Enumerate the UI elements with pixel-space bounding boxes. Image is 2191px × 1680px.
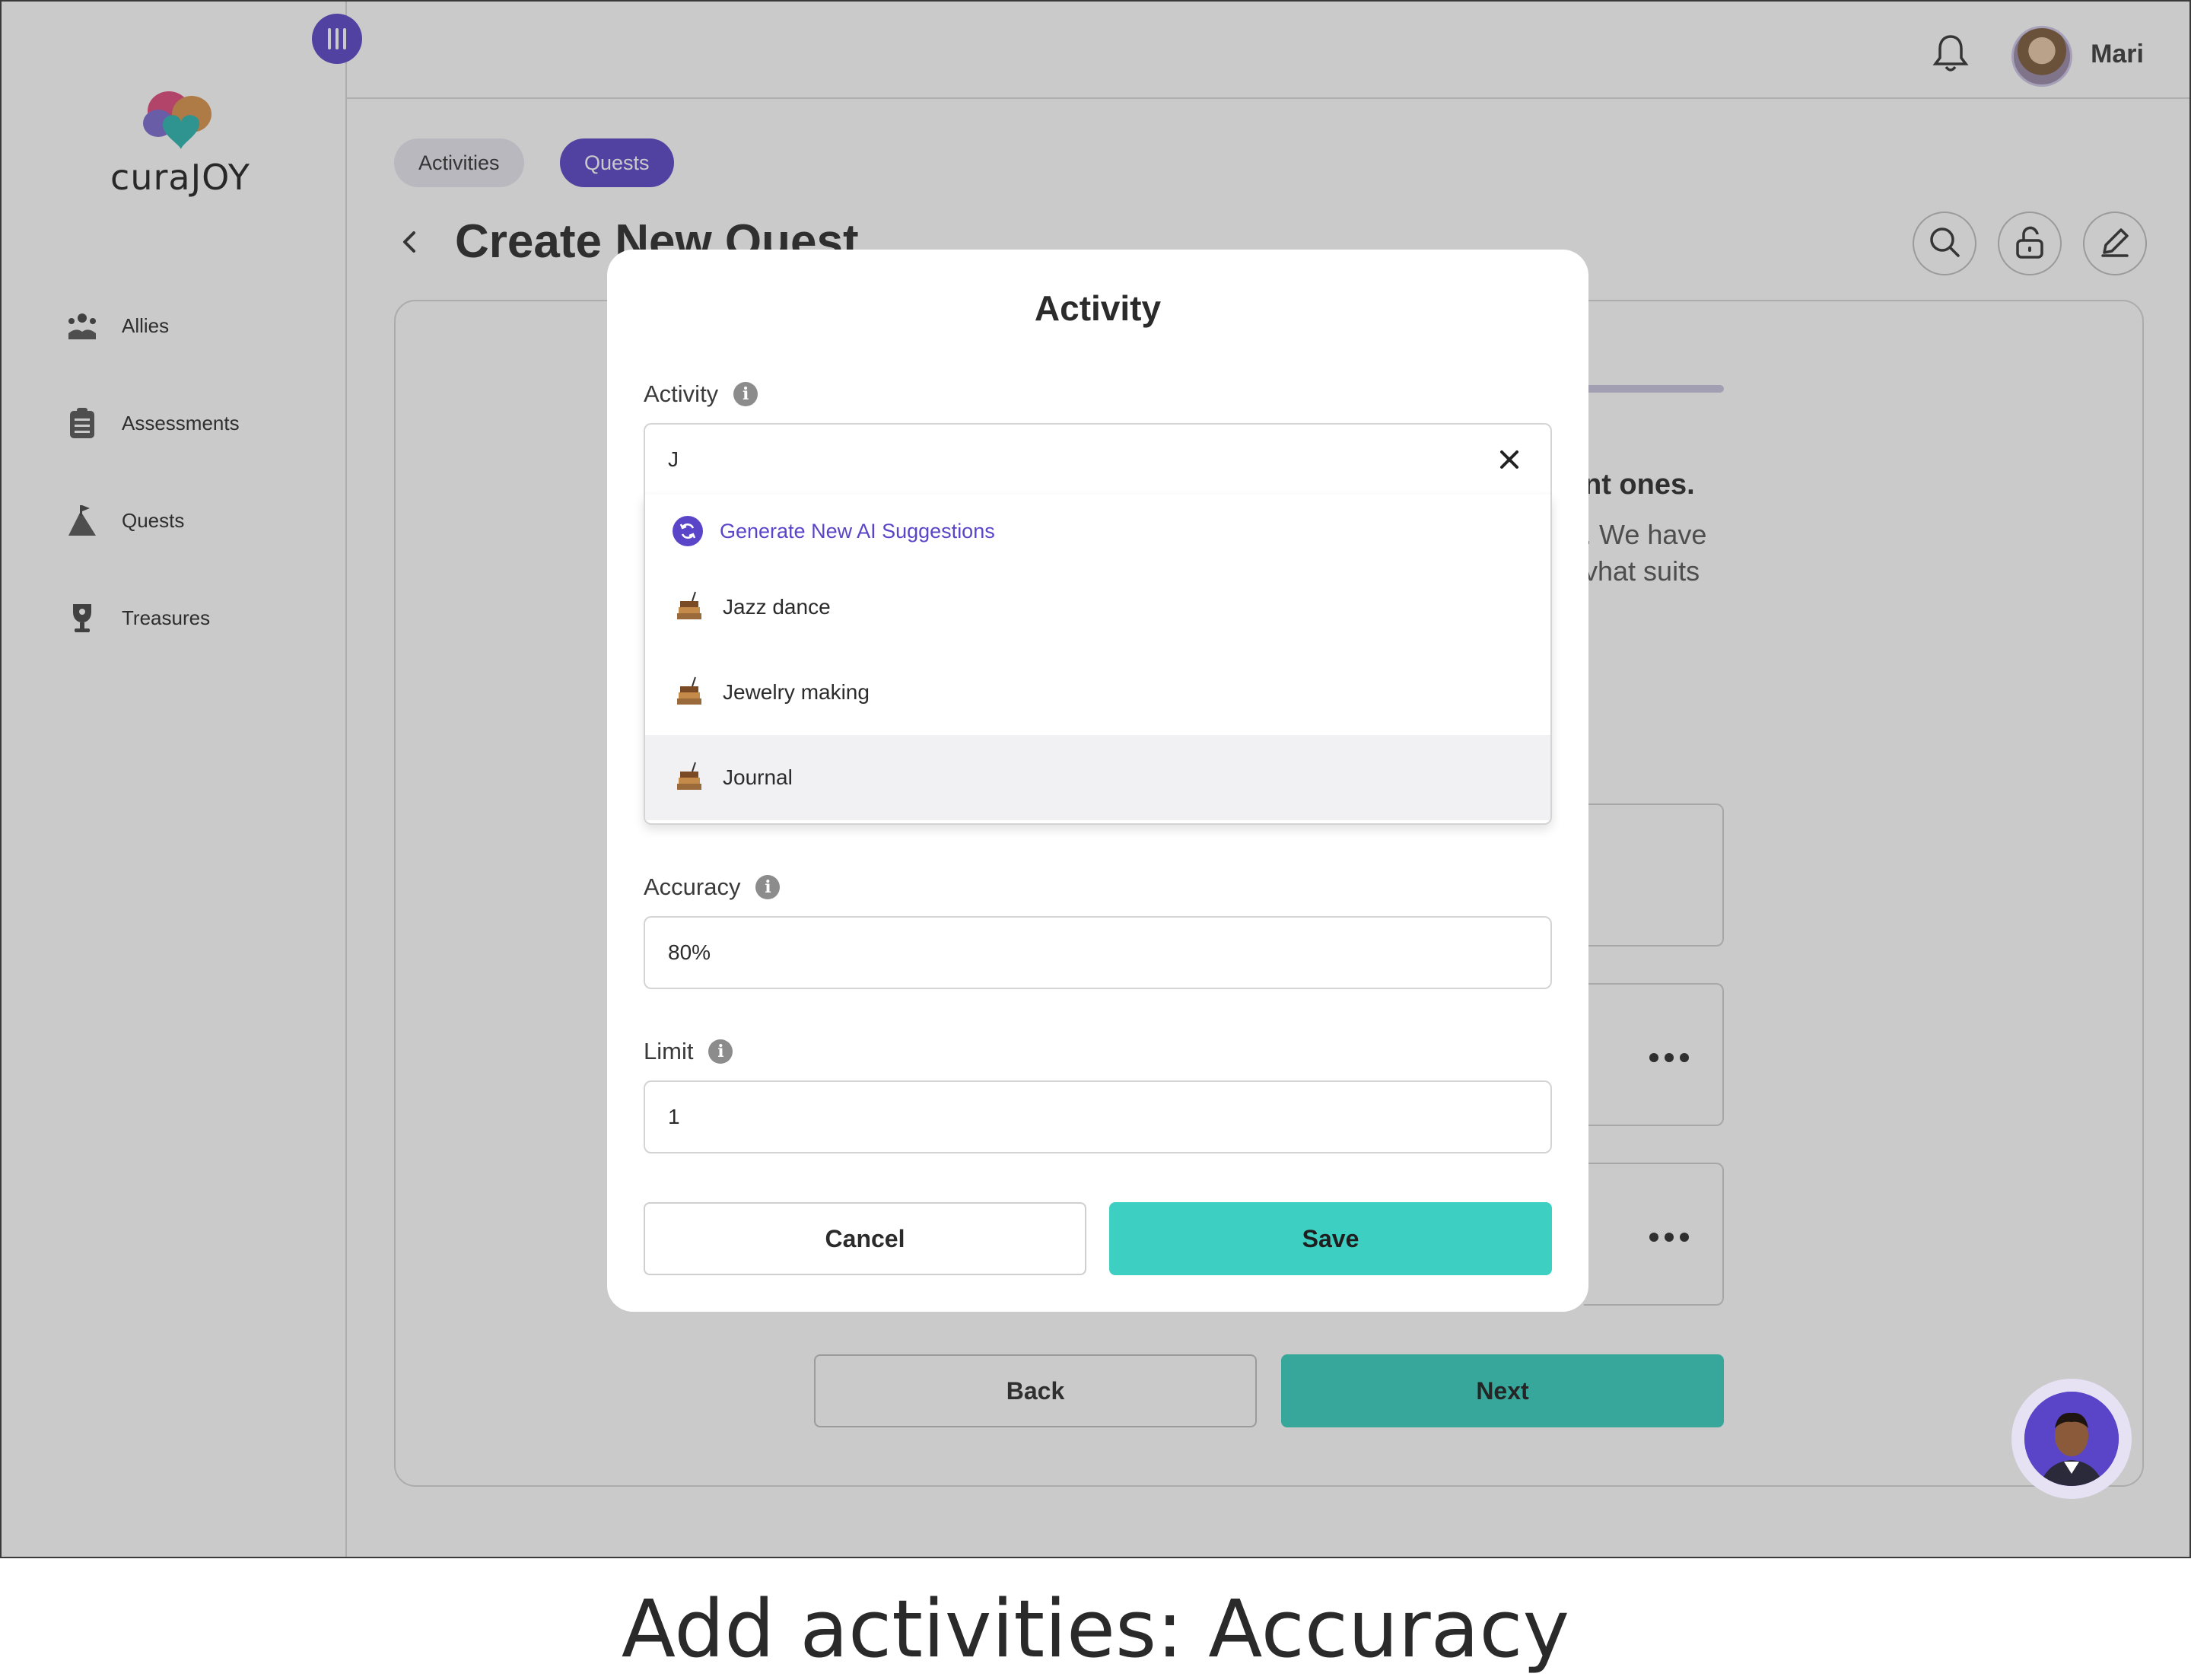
limit-input[interactable]: 1: [644, 1080, 1552, 1153]
stage: curaJOY Allies Assessments Quests Treasu…: [0, 0, 2191, 1680]
app-window: curaJOY Allies Assessments Quests Treasu…: [0, 0, 2191, 1558]
activity-search-input[interactable]: J: [644, 423, 1552, 496]
books-icon: [673, 676, 706, 709]
modal-title: Activity: [1034, 288, 1162, 328]
info-icon[interactable]: i: [733, 382, 758, 406]
refresh-icon: [673, 516, 703, 546]
info-icon[interactable]: i: [755, 875, 781, 899]
save-button[interactable]: Save: [1109, 1202, 1552, 1275]
activity-modal: Activity Activity i J Generate New AI Su…: [607, 250, 1588, 1312]
books-icon: [673, 590, 706, 624]
caption: Add activities: Accuracy: [621, 1583, 1570, 1675]
accuracy-field-label: Accuracy i: [644, 873, 781, 901]
assistant-avatar[interactable]: [2011, 1379, 2132, 1499]
close-icon[interactable]: [1496, 446, 1523, 473]
limit-field-label: Limit i: [644, 1038, 733, 1065]
info-icon[interactable]: i: [708, 1039, 733, 1064]
activity-field-label: Activity i: [644, 380, 758, 408]
generate-ai-suggestions-option[interactable]: Generate New AI Suggestions: [645, 508, 1550, 554]
activity-option[interactable]: Journal: [645, 735, 1550, 820]
cancel-button[interactable]: Cancel: [644, 1202, 1086, 1275]
activity-option[interactable]: Jazz dance: [645, 565, 1550, 650]
activity-suggestions-dropdown: Generate New AI Suggestions Jazz dance J…: [644, 495, 1552, 825]
books-icon: [673, 761, 706, 794]
activity-option[interactable]: Jewelry making: [645, 650, 1550, 735]
accuracy-input[interactable]: 80%: [644, 916, 1552, 989]
